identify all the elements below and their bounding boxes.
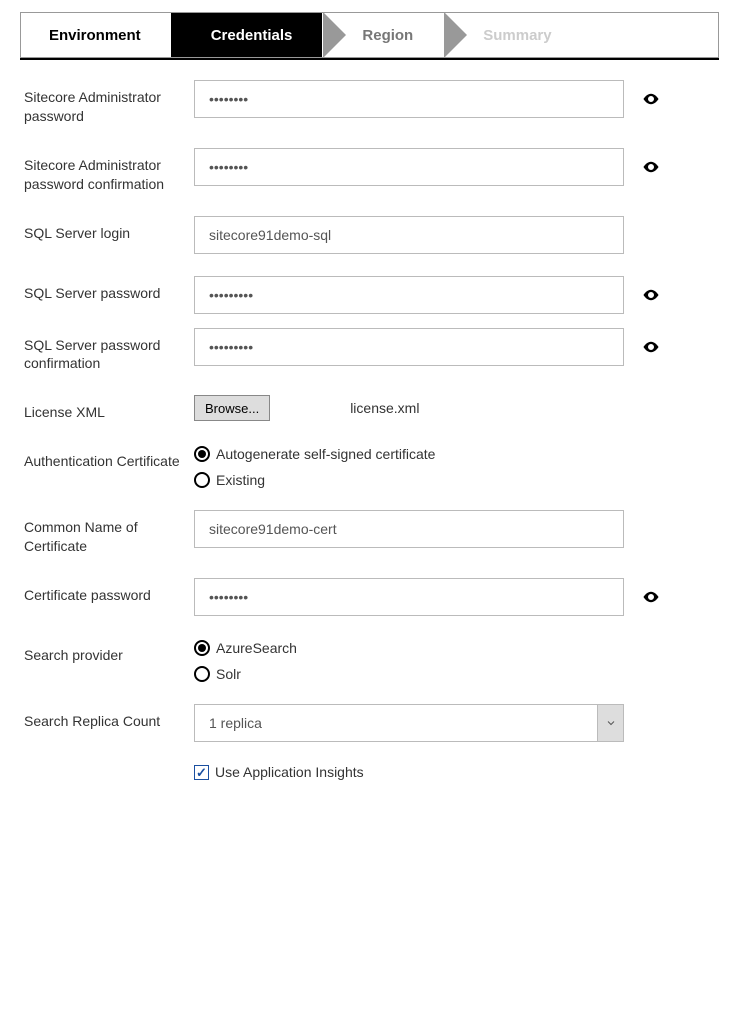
admin-password-confirm-label: Sitecore Administrator password confirma… — [24, 148, 194, 194]
auth-cert-option-existing-label: Existing — [216, 472, 265, 488]
admin-password-input[interactable] — [194, 80, 624, 118]
license-filename: license.xml — [350, 400, 419, 416]
search-provider-option-solr-label: Solr — [216, 666, 241, 682]
radio-icon — [194, 472, 210, 488]
eye-icon[interactable] — [640, 284, 662, 306]
sql-password-input[interactable] — [194, 276, 624, 314]
sql-password-confirm-input[interactable] — [194, 328, 624, 366]
eye-icon[interactable] — [640, 88, 662, 110]
auth-cert-option-autogenerate[interactable]: Autogenerate self-signed certificate — [194, 446, 435, 462]
radio-icon — [194, 640, 210, 656]
eye-icon[interactable] — [640, 156, 662, 178]
auth-cert-option-autogenerate-label: Autogenerate self-signed certificate — [216, 446, 435, 462]
admin-password-label: Sitecore Administrator password — [24, 80, 194, 126]
license-browse-button[interactable]: Browse... — [194, 395, 270, 421]
radio-icon — [194, 666, 210, 682]
sql-login-input[interactable] — [194, 216, 624, 254]
checkbox-icon — [194, 765, 209, 780]
wizard-steps: Environment Credentials Region Summary — [20, 12, 719, 58]
auth-cert-option-existing[interactable]: Existing — [194, 472, 435, 488]
credentials-form: Sitecore Administrator password Sitecore… — [0, 60, 739, 842]
sql-password-label: SQL Server password — [24, 276, 194, 303]
common-name-input[interactable] — [194, 510, 624, 548]
common-name-label: Common Name of Certificate — [24, 510, 194, 556]
admin-password-confirm-input[interactable] — [194, 148, 624, 186]
sql-password-confirm-label: SQL Server password confirmation — [24, 328, 194, 374]
eye-icon[interactable] — [640, 336, 662, 358]
app-insights-label: Use Application Insights — [215, 764, 364, 780]
search-provider-option-solr[interactable]: Solr — [194, 666, 297, 682]
spacer — [24, 764, 194, 772]
search-provider-option-azure-label: AzureSearch — [216, 640, 297, 656]
chevron-down-icon — [597, 705, 623, 741]
replica-count-label: Search Replica Count — [24, 704, 194, 731]
license-label: License XML — [24, 395, 194, 422]
search-provider-option-azure[interactable]: AzureSearch — [194, 640, 297, 656]
replica-count-value: 1 replica — [209, 715, 262, 731]
cert-password-label: Certificate password — [24, 578, 194, 605]
search-provider-label: Search provider — [24, 638, 194, 665]
replica-count-select[interactable]: 1 replica — [194, 704, 624, 742]
sql-login-label: SQL Server login — [24, 216, 194, 243]
wizard-step-environment[interactable]: Environment — [21, 13, 171, 57]
radio-icon — [194, 446, 210, 462]
auth-cert-label: Authentication Certificate — [24, 444, 194, 471]
app-insights-checkbox[interactable]: Use Application Insights — [194, 764, 364, 780]
cert-password-input[interactable] — [194, 578, 624, 616]
eye-icon[interactable] — [640, 586, 662, 608]
